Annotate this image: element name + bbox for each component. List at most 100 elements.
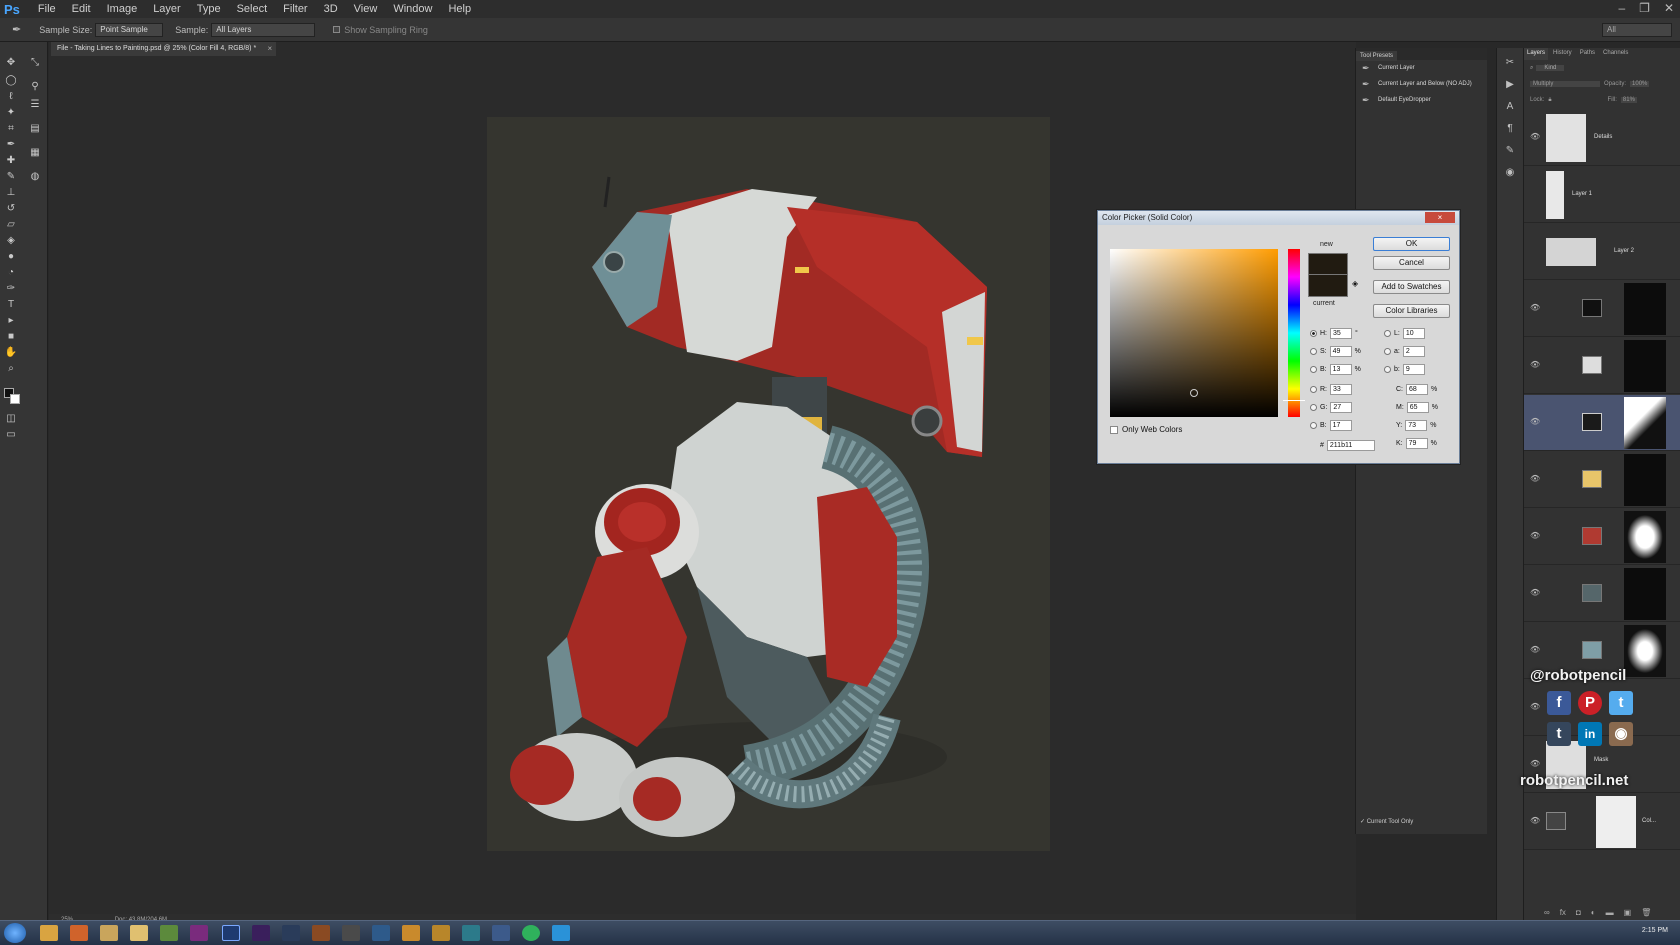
opacity-value[interactable]: 100% [1630, 81, 1650, 87]
visibility-eye-icon[interactable]: 👁︎ [1530, 759, 1540, 768]
trash-icon[interactable]: 🗑︎ [1641, 908, 1651, 917]
clone-source-icon[interactable]: ◉ [1503, 166, 1517, 180]
layer-row[interactable]: 👁︎ Col... [1524, 794, 1680, 850]
dialog-close-button[interactable]: × [1425, 212, 1455, 223]
cancel-button[interactable]: Cancel [1373, 256, 1450, 270]
history-icon[interactable]: ▤ [28, 122, 42, 136]
document-close-icon[interactable]: × [268, 42, 273, 56]
brightness-input[interactable]: 13 [1329, 364, 1352, 375]
premiere-task-icon[interactable] [252, 925, 270, 941]
menu-type[interactable]: Type [189, 3, 229, 15]
restore-icon[interactable]: ❐ [1639, 0, 1650, 17]
show-sampling-ring-checkbox[interactable] [333, 26, 341, 33]
play-icon[interactable]: ▶ [1503, 78, 1517, 92]
visibility-eye-icon[interactable]: 👁︎ [1530, 303, 1540, 312]
lock-icon[interactable]: 🔒︎ [1548, 97, 1551, 104]
shape-tool-icon[interactable]: ■ [4, 330, 18, 344]
eyedropper-alt-icon[interactable]: ⚲ [28, 80, 42, 94]
artwork-canvas[interactable] [487, 117, 1050, 851]
layer-row[interactable]: 👁︎ Details [1524, 110, 1680, 166]
ok-button[interactable]: OK [1373, 237, 1450, 251]
gamut-warning-icon[interactable]: ◈ [1352, 279, 1358, 288]
green-radio[interactable] [1310, 404, 1317, 411]
a-input[interactable]: 2 [1402, 346, 1425, 357]
menu-help[interactable]: Help [440, 3, 479, 15]
layer-row-selected[interactable]: 👁︎ [1524, 395, 1680, 451]
fill-value[interactable]: 81% [1620, 97, 1637, 103]
blue-input[interactable]: 17 [1329, 420, 1352, 431]
menu-image[interactable]: Image [99, 3, 146, 15]
visibility-eye-icon[interactable]: 👁︎ [1530, 360, 1540, 369]
saturation-radio[interactable] [1310, 348, 1317, 355]
link-icon[interactable]: ∞ [1544, 908, 1550, 917]
dodge-tool-icon[interactable]: ◔ [4, 266, 18, 280]
hue-slider-marker[interactable] [1283, 400, 1305, 402]
tab-history[interactable]: History [1550, 48, 1575, 60]
marquee-tool-icon[interactable]: ◯ [4, 74, 18, 88]
visibility-eye-icon[interactable]: 👁︎ [1530, 588, 1540, 597]
visibility-eye-icon[interactable]: 👁︎ [1530, 702, 1540, 711]
app-icon[interactable] [190, 925, 208, 941]
yellow-input[interactable]: 73 [1405, 420, 1428, 431]
artboard-tool-icon[interactable]: ⤡ [28, 56, 42, 70]
quick-mask-icon[interactable]: ◫ [4, 412, 18, 426]
blue-radio[interactable] [1310, 422, 1317, 429]
mask-icon[interactable]: ◘ [1576, 908, 1581, 917]
preset-item[interactable]: ✒ Current Layer [1356, 60, 1487, 76]
tab-channels[interactable]: Channels [1600, 48, 1631, 60]
healing-tool-icon[interactable]: ✚ [4, 154, 18, 168]
type-tool-icon[interactable]: T [4, 298, 18, 312]
pen-tool-icon[interactable]: ✑ [4, 282, 18, 296]
current-tool-only[interactable]: ✓ Current Tool Only [1360, 818, 1413, 825]
kind-filter[interactable]: Kind [1536, 65, 1565, 71]
visibility-eye-icon[interactable]: 👁︎ [1530, 132, 1540, 141]
layer-row[interactable]: 👁︎ [1524, 338, 1680, 394]
b-input[interactable]: 9 [1402, 364, 1425, 375]
fx-icon[interactable]: fx [1560, 908, 1566, 917]
workspace-select[interactable]: All [1602, 23, 1672, 37]
layer-row[interactable]: Layer 1 [1524, 167, 1680, 223]
history-brush-icon[interactable]: ↺ [4, 202, 18, 216]
red-radio[interactable] [1310, 386, 1317, 393]
add-to-swatches-button[interactable]: Add to Swatches [1373, 280, 1450, 294]
path-select-icon[interactable]: ▸ [4, 314, 18, 328]
firefox-icon[interactable] [70, 925, 88, 941]
cyan-input[interactable]: 68 [1406, 384, 1428, 395]
app-icon[interactable] [282, 925, 300, 941]
tools-icon[interactable]: ✂ [1503, 56, 1517, 70]
3d-icon[interactable]: ◍ [28, 170, 42, 184]
hue-radio[interactable] [1310, 330, 1317, 337]
magic-wand-tool-icon[interactable]: ✦ [4, 106, 18, 120]
magenta-input[interactable]: 65 [1406, 402, 1429, 413]
app-icon[interactable] [402, 925, 420, 941]
skype-icon[interactable] [552, 925, 570, 941]
swatches-icon[interactable]: ▦ [28, 146, 42, 160]
menu-select[interactable]: Select [229, 3, 276, 15]
app-icon[interactable] [492, 925, 510, 941]
move-tool-icon[interactable]: ✥ [4, 56, 18, 70]
stamp-tool-icon[interactable]: ⊥ [4, 186, 18, 200]
lasso-tool-icon[interactable]: ℓ [4, 90, 18, 104]
a-radio[interactable] [1384, 348, 1391, 355]
screen-mode-icon[interactable]: ▭ [4, 428, 18, 442]
menu-window[interactable]: Window [385, 3, 440, 15]
new-layer-icon[interactable]: ▣ [1624, 908, 1632, 917]
color-field-cursor[interactable] [1190, 389, 1198, 397]
app-icon[interactable] [372, 925, 390, 941]
saturation-input[interactable]: 49 [1329, 346, 1352, 357]
menu-edit[interactable]: Edit [64, 3, 99, 15]
folder-icon[interactable]: ▬ [1606, 908, 1614, 917]
tool-presets-tab[interactable]: Tool Presets [1356, 51, 1398, 61]
visibility-eye-icon[interactable]: 👁︎ [1530, 474, 1540, 483]
menu-view[interactable]: View [346, 3, 386, 15]
sample-size-select[interactable]: Point Sample [95, 22, 164, 37]
bucket-tool-icon[interactable]: ◈ [4, 234, 18, 248]
spotify-icon[interactable] [522, 925, 540, 941]
only-web-colors[interactable]: Only Web Colors [1110, 425, 1182, 434]
blur-tool-icon[interactable]: ● [4, 250, 18, 264]
lightness-radio[interactable] [1384, 330, 1391, 337]
lightness-input[interactable]: 10 [1402, 328, 1425, 339]
app-icon[interactable] [462, 925, 480, 941]
red-input[interactable]: 33 [1330, 384, 1352, 395]
document-tab[interactable]: File - Taking Lines to Painting.psd @ 25… [51, 42, 277, 56]
